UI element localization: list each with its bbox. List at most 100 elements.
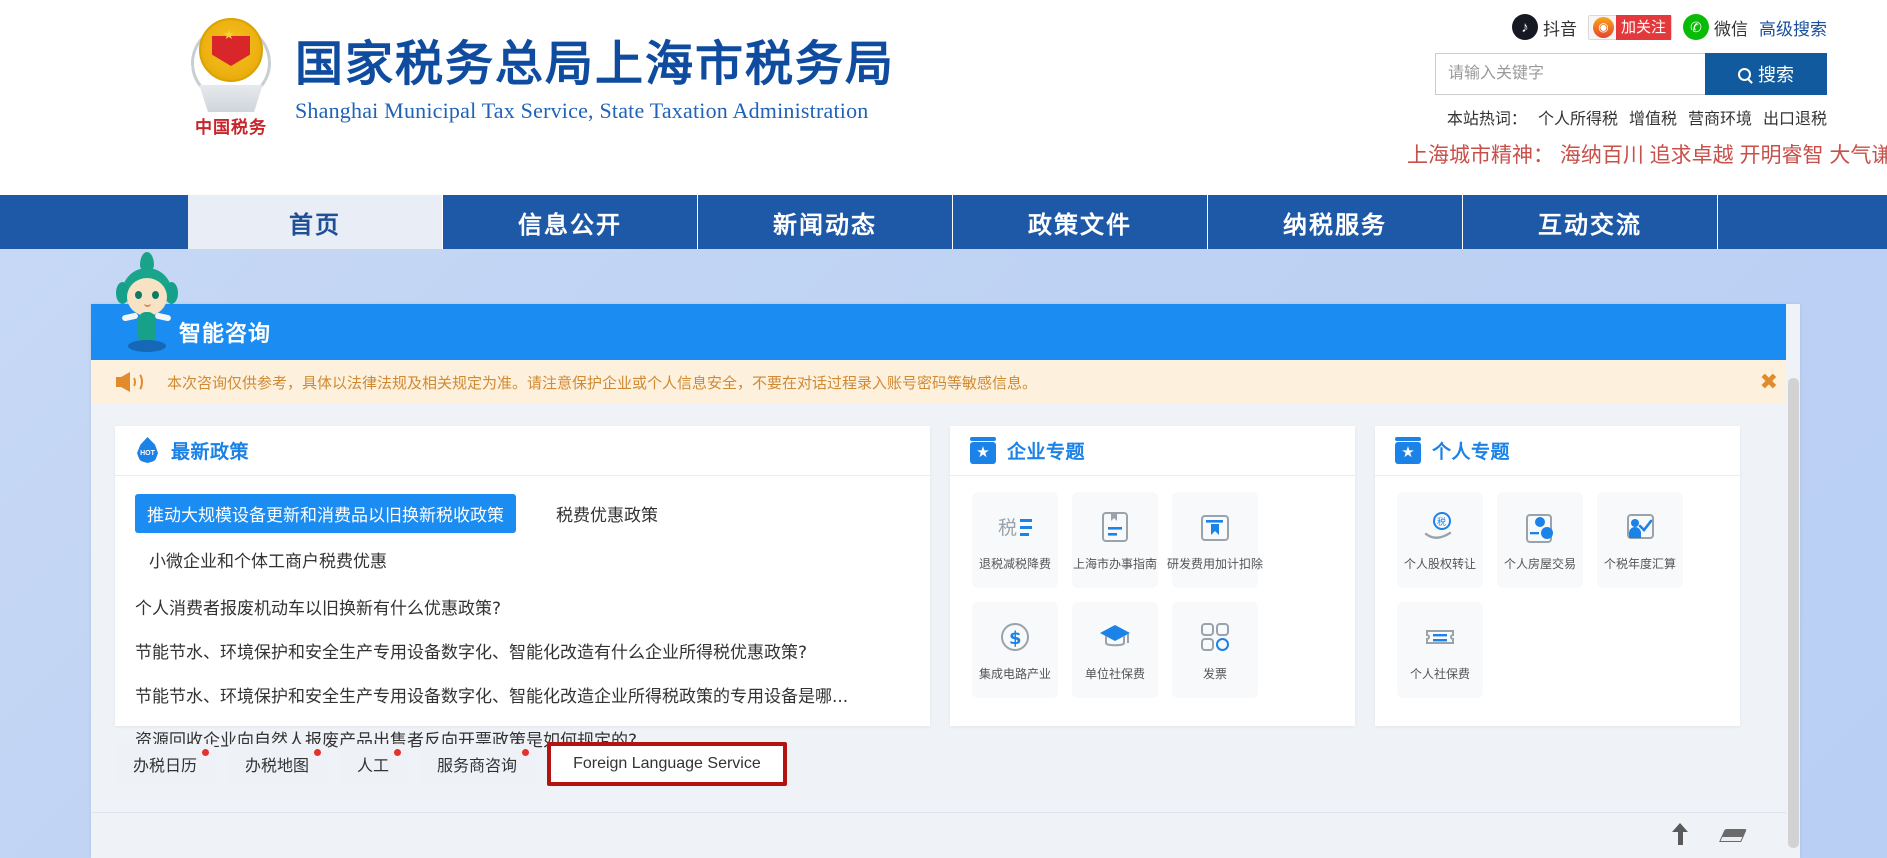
latest-policy-title: 最新政策: [171, 441, 250, 463]
star-icon: ★: [970, 437, 996, 464]
tile-house-trade[interactable]: 个人房屋交易: [1497, 492, 1583, 588]
tile-invoice[interactable]: 发票: [1172, 602, 1258, 698]
house-trade-icon: [1521, 508, 1559, 546]
search-button-label: 搜索: [1758, 65, 1794, 85]
equity-transfer-icon: 税: [1421, 508, 1459, 546]
speaker-icon: [115, 370, 143, 394]
hot-keyword-2[interactable]: 营商环境: [1688, 111, 1752, 128]
tile-label: 上海市办事指南: [1072, 557, 1157, 571]
douyin-label: 抖音: [1542, 19, 1577, 39]
latest-policy-body: 推动大规模设备更新和消费品以旧换新税收政策 税费优惠政策 小微企业和个体工商户税…: [115, 476, 930, 751]
svg-text:税: 税: [998, 517, 1017, 539]
weibo-icon: ◉: [1592, 16, 1614, 38]
dollar-circle-icon: $: [996, 618, 1034, 656]
tile-label: 研发费用加计扣除: [1167, 557, 1264, 571]
panel-title: 智能咨询: [179, 322, 272, 347]
list-item[interactable]: 节能节水、环境保护和安全生产专用设备数字化、智能化改造企业所得税政策的专用设备是…: [135, 682, 910, 707]
douyin-icon: ♪: [1511, 14, 1538, 40]
tile-label: 个人房屋交易: [1503, 557, 1576, 571]
search-input[interactable]: [1435, 53, 1705, 95]
wechat-icon: ✆: [1683, 14, 1709, 40]
site-logo-area[interactable]: ★ 中国税务 国家税务总局上海市税务局 Shanghai Municipal T…: [185, 14, 895, 139]
tax-reduction-icon: 税: [996, 508, 1034, 546]
search-icon: [1738, 67, 1751, 81]
badge-dot: [202, 749, 210, 756]
wechat-label: 微信: [1714, 19, 1748, 39]
douyin-link[interactable]: ♪ 抖音: [1511, 14, 1577, 40]
hot-keyword-3[interactable]: 出口退税: [1763, 111, 1827, 128]
tile-label: 单位社保费: [1084, 667, 1145, 681]
nav-item-home[interactable]: 首页: [188, 195, 443, 249]
badge-dot: [394, 749, 402, 756]
enterprise-topics-title: 企业专题: [1007, 441, 1086, 463]
tile-rnd-deduction[interactable]: 研发费用加计扣除: [1167, 492, 1263, 588]
quick-btn-service-provider[interactable]: 服务商咨询: [419, 744, 536, 784]
tile-tax-reduction[interactable]: 税 退税减税降费: [972, 492, 1058, 588]
hot-keyword-0[interactable]: 个人所得税: [1538, 111, 1618, 128]
badge-dot: [314, 749, 322, 756]
weibo-follow-button[interactable]: ◉ 加关注: [1587, 14, 1672, 40]
personal-topics-card: ★ 个人专题 税 个人股权转让 个人房屋交易 个税年度汇算 个人社保费: [1375, 426, 1740, 726]
tile-label: 个人社保费: [1409, 667, 1470, 681]
tile-annual-settlement[interactable]: 个税年度汇算: [1597, 492, 1683, 588]
personal-topics-title: 个人专题: [1432, 441, 1511, 463]
list-item[interactable]: 个人消费者报废机动车以旧换新有什么优惠政策?: [135, 594, 910, 619]
site-title-en: Shanghai Municipal Tax Service, State Ta…: [295, 98, 869, 124]
cards-row: HOT 最新政策 推动大规模设备更新和消费品以旧换新税收政策 税费优惠政策 小微…: [91, 404, 1800, 751]
tile-label: 个人股权转让: [1403, 557, 1476, 571]
site-title-cn: 国家税务总局上海市税务局: [295, 35, 896, 92]
panel-footer-tools: [91, 812, 1800, 858]
close-icon[interactable]: ✖: [1760, 371, 1778, 393]
policy-subtab-small-micro[interactable]: 小微企业和个体工商户税费优惠: [149, 547, 910, 572]
quick-btn-label: 办税日历: [133, 756, 198, 775]
search-button[interactable]: 搜索: [1705, 53, 1827, 95]
page-background: 智能咨询 本次咨询仅供参考，具体以法律法规及相关规定为准。请注意保护企业或个人信…: [0, 249, 1887, 858]
nav-item-interaction[interactable]: 互动交流: [1463, 195, 1718, 249]
national-emblem-icon: ★ 中国税务: [185, 14, 277, 139]
quick-btn-tax-calendar[interactable]: 办税日历: [115, 744, 216, 784]
quick-btn-foreign-language-service[interactable]: Foreign Language Service: [547, 742, 787, 786]
tile-label: 集成电路产业: [978, 667, 1051, 681]
hot-keywords-label: 本站热词：: [1446, 111, 1527, 128]
tile-equity-transfer[interactable]: 税 个人股权转让: [1397, 492, 1483, 588]
grid-invoice-icon: [1196, 618, 1234, 656]
enterprise-topics-header: ★ 企业专题: [950, 426, 1355, 476]
quick-btn-label: 服务商咨询: [437, 756, 518, 775]
nav-item-news[interactable]: 新闻动态: [698, 195, 953, 249]
tile-shanghai-guide[interactable]: 上海市办事指南: [1072, 492, 1158, 588]
panel-title-bar: 智能咨询: [91, 304, 1800, 360]
tile-label: 发票: [1202, 667, 1227, 681]
list-item[interactable]: 节能节水、环境保护和安全生产专用设备数字化、智能化改造有什么企业所得税优惠政策?: [135, 638, 910, 663]
nav-item-policy-documents[interactable]: 政策文件: [953, 195, 1208, 249]
city-spirit-slogan: 上海城市精神： 海纳百川 追求卓越 开明睿智 大气谦和: [1407, 144, 1887, 167]
latest-policy-card: HOT 最新政策 推动大规模设备更新和消费品以旧换新税收政策 税费优惠政策 小微…: [115, 426, 930, 751]
tile-label: 个税年度汇算: [1603, 557, 1676, 571]
tile-employer-social-insurance[interactable]: 单位社保费: [1072, 602, 1158, 698]
scrollbar-thumb[interactable]: [1788, 378, 1799, 848]
wechat-link[interactable]: ✆ 微信: [1683, 14, 1748, 40]
emblem-text: 中国税务: [195, 118, 267, 137]
tile-personal-social-insurance[interactable]: 个人社保费: [1397, 602, 1483, 698]
quick-btn-human-agent[interactable]: 人工: [339, 744, 408, 784]
quick-btn-tax-map[interactable]: 办税地图: [227, 744, 328, 784]
advanced-search-link[interactable]: 高级搜索: [1759, 15, 1827, 40]
tile-integrated-circuit[interactable]: $ 集成电路产业: [972, 602, 1058, 698]
hot-keyword-1[interactable]: 增值税: [1629, 111, 1677, 128]
site-header: ★ 中国税务 国家税务总局上海市税务局 Shanghai Municipal T…: [0, 0, 1887, 195]
eraser-icon[interactable]: [1719, 823, 1747, 849]
weibo-label: 加关注: [1615, 14, 1671, 40]
panel-scrollbar[interactable]: [1786, 304, 1800, 858]
nav-item-information-disclosure[interactable]: 信息公开: [443, 195, 698, 249]
policy-tab-equipment-renewal[interactable]: 推动大规模设备更新和消费品以旧换新税收政策: [135, 494, 516, 533]
personal-tiles: 税 个人股权转让 个人房屋交易 个税年度汇算 个人社保费: [1375, 476, 1740, 698]
nav-item-tax-services[interactable]: 纳税服务: [1208, 195, 1463, 249]
rnd-deduction-icon: [1196, 508, 1234, 546]
quick-btn-label: 办税地图: [245, 756, 310, 775]
svg-text:税: 税: [1437, 516, 1446, 528]
enterprise-topics-card: ★ 企业专题 税 退税减税降费 上海市办事指南 研发费用加计扣除 $ 集成电路产…: [950, 426, 1355, 726]
smart-consultation-panel: 智能咨询 本次咨询仅供参考，具体以法律法规及相关规定为准。请注意保护企业或个人信…: [91, 252, 1800, 858]
send-up-icon[interactable]: [1668, 822, 1694, 849]
hot-keywords: 本站热词： 个人所得税 增值税 营商环境 出口退税: [1407, 105, 1827, 129]
tile-label: 退税减税降费: [978, 557, 1051, 571]
policy-tab-tax-preference[interactable]: 税费优惠政策: [544, 494, 670, 533]
